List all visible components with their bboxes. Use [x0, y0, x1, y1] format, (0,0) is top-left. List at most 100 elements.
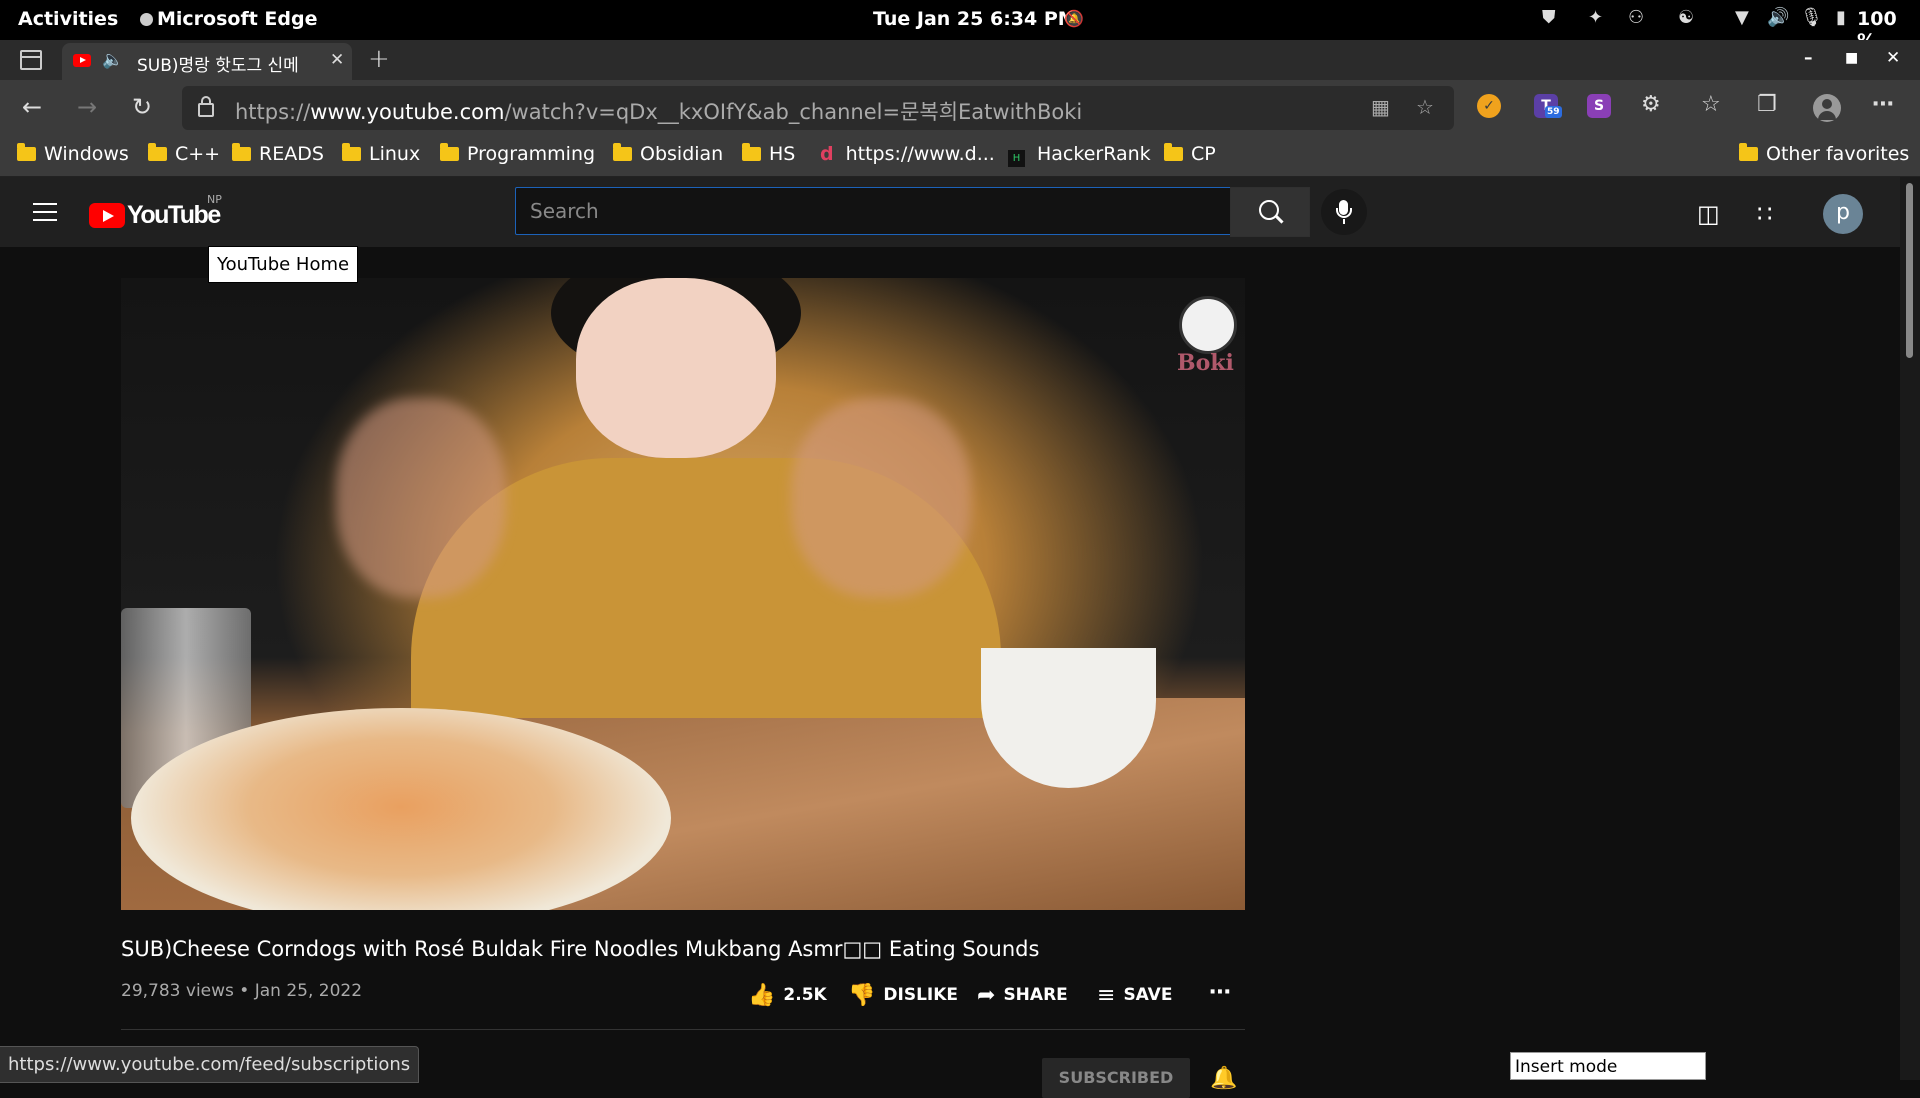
- avatar[interactable]: p: [1823, 194, 1863, 234]
- youtube-home-tooltip: YouTube Home: [208, 246, 359, 283]
- battery-icon[interactable]: ▮: [1836, 7, 1846, 28]
- save-button[interactable]: ≡ SAVE: [1097, 983, 1172, 1008]
- extension-tabs-icon[interactable]: T59: [1534, 94, 1562, 118]
- status-icon[interactable]: ⚇: [1628, 7, 1644, 28]
- site-icon: d: [820, 143, 834, 165]
- add-favorite-icon[interactable]: ☆: [1416, 95, 1434, 119]
- forward-arrow-icon[interactable]: →: [77, 93, 97, 121]
- bookmark-programming[interactable]: Programming: [440, 143, 595, 165]
- bookmark-windows[interactable]: Windows: [17, 143, 129, 165]
- app-menu[interactable]: Microsoft Edge: [140, 8, 318, 30]
- search-icon: [1259, 200, 1279, 220]
- profile-icon[interactable]: [1813, 94, 1841, 122]
- folder-icon: [148, 143, 167, 161]
- mic-muted-icon[interactable]: 🎙: [1800, 7, 1823, 28]
- favorites-icon[interactable]: ☆: [1701, 92, 1721, 117]
- bookmark-hackerrank[interactable]: H HackerRank: [1008, 143, 1151, 167]
- activities-button[interactable]: Activities: [18, 8, 118, 30]
- folder-icon: [742, 143, 761, 161]
- vpn-shield-icon[interactable]: ⛊: [1542, 7, 1556, 28]
- back-arrow-icon[interactable]: ←: [22, 93, 42, 121]
- more-menu-icon[interactable]: ⋯: [1872, 92, 1894, 117]
- thumbs-up-icon: 👍: [748, 983, 776, 1008]
- url-text[interactable]: https://www.youtube.com/watch?v=qDx__kxO…: [235, 96, 1082, 126]
- more-actions-icon[interactable]: ⋯: [1209, 980, 1232, 1005]
- create-video-icon[interactable]: ◫: [1697, 200, 1720, 228]
- folder-icon: [1164, 143, 1183, 161]
- youtube-logo[interactable]: YouTube NP: [89, 193, 222, 230]
- collections-icon[interactable]: ❐: [1757, 92, 1777, 117]
- refresh-icon[interactable]: ↻: [132, 93, 152, 121]
- tab-youtube[interactable]: 🔈 SUB)명랑 핫도그 신메 ✕: [62, 43, 352, 80]
- notification-bell-icon[interactable]: 🔔: [1210, 1066, 1237, 1091]
- search-button[interactable]: [1230, 187, 1310, 237]
- share-button[interactable]: ➦ SHARE: [977, 983, 1068, 1008]
- bookmark-cpp[interactable]: C++: [148, 143, 220, 165]
- system-top-bar: Activities Microsoft Edge Tue Jan 25 6:3…: [0, 0, 1920, 52]
- menu-hamburger-icon[interactable]: [33, 203, 57, 227]
- dislike-button[interactable]: 👎 DISLIKE: [848, 983, 958, 1008]
- search-box: [515, 187, 1310, 237]
- audio-playing-icon[interactable]: 🔈: [102, 50, 123, 70]
- search-input[interactable]: [515, 187, 1257, 235]
- bookmarks-bar: Windows C++ READS Linux Programming Obsi…: [0, 136, 1920, 177]
- tab-title: SUB)명랑 핫도그 신메: [137, 56, 299, 76]
- apps-grid-icon[interactable]: ∷: [1757, 200, 1772, 228]
- minimize-icon[interactable]: –: [1804, 48, 1813, 68]
- status-bar-url: https://www.youtube.com/feed/subscriptio…: [0, 1046, 420, 1083]
- channel-watermark-icon[interactable]: [1179, 296, 1237, 354]
- youtube-favicon-icon: [73, 54, 91, 67]
- video-frame-hand-right: [791, 398, 971, 598]
- address-bar[interactable]: https://www.youtube.com/watch?v=qDx__kxO…: [182, 86, 1454, 130]
- accessibility-icon[interactable]: ☯: [1678, 7, 1694, 28]
- app-name: Microsoft Edge: [157, 8, 318, 30]
- video-player[interactable]: Boki: [121, 278, 1245, 910]
- app-available-icon[interactable]: ▦: [1371, 95, 1390, 119]
- video-frame-hand-left: [336, 398, 506, 598]
- edge-icon: [140, 13, 153, 26]
- video-meta: 29,783 views • Jan 25, 2022: [121, 981, 363, 1001]
- divider: [121, 1029, 1245, 1030]
- wifi-icon[interactable]: ▼: [1735, 7, 1749, 28]
- folder-icon: [440, 143, 459, 161]
- maximize-icon[interactable]: ■: [1845, 50, 1858, 66]
- bookmark-obsidian[interactable]: Obsidian: [613, 143, 723, 165]
- bookmark-site[interactable]: d https://www.d...: [820, 143, 995, 165]
- clock[interactable]: Tue Jan 25 6:34 PM: [873, 8, 1077, 30]
- share-arrow-icon: ➦: [977, 983, 996, 1008]
- extension-badge: 59: [1545, 106, 1562, 118]
- folder-icon: [1739, 143, 1758, 161]
- scrollbar-thumb[interactable]: [1906, 183, 1913, 358]
- page-scrollbar[interactable]: [1900, 177, 1920, 1080]
- extension-s-icon[interactable]: S: [1587, 94, 1611, 118]
- bookmark-linux[interactable]: Linux: [342, 143, 420, 165]
- playlist-add-icon: ≡: [1097, 983, 1116, 1008]
- folder-icon: [17, 143, 36, 161]
- tab-strip: 🔈 SUB)명랑 핫도그 신메 ✕ + – ■ ✕: [0, 40, 1920, 80]
- insert-mode-indicator: Insert mode: [1510, 1052, 1706, 1080]
- like-button[interactable]: 👍 2.5K: [748, 983, 827, 1008]
- video-title: SUB)Cheese Corndogs with Rosé Buldak Fir…: [121, 937, 1040, 961]
- youtube-wordmark: YouTube: [127, 201, 221, 229]
- extensions-puzzle-icon[interactable]: ⚙: [1641, 92, 1661, 117]
- subscribed-button[interactable]: SUBSCRIBED: [1042, 1058, 1190, 1098]
- lock-icon[interactable]: [198, 96, 214, 117]
- thumbs-down-icon: 👎: [848, 983, 876, 1008]
- upload-date: Jan 25, 2022: [254, 981, 363, 1001]
- bookmark-reads[interactable]: READS: [232, 143, 324, 165]
- extension-honey-icon[interactable]: ✓: [1477, 94, 1501, 118]
- tab-actions-icon[interactable]: [20, 50, 42, 70]
- bookmark-cp[interactable]: CP: [1164, 143, 1216, 165]
- dropbox-icon[interactable]: ✦: [1588, 7, 1603, 28]
- new-tab-button[interactable]: +: [368, 44, 390, 74]
- close-tab-icon[interactable]: ✕: [330, 50, 344, 70]
- notification-muted-icon: 🔕: [1064, 9, 1084, 28]
- youtube-play-icon: [89, 203, 125, 228]
- volume-icon[interactable]: 🔊: [1767, 7, 1789, 28]
- voice-search-button[interactable]: [1321, 189, 1367, 235]
- youtube-header: YouTube NP ◫ ∷ p: [0, 177, 1900, 247]
- bookmark-other-favorites[interactable]: Other favorites: [1739, 143, 1909, 165]
- close-window-icon[interactable]: ✕: [1886, 48, 1900, 68]
- folder-icon: [232, 143, 251, 161]
- bookmark-hs[interactable]: HS: [742, 143, 795, 165]
